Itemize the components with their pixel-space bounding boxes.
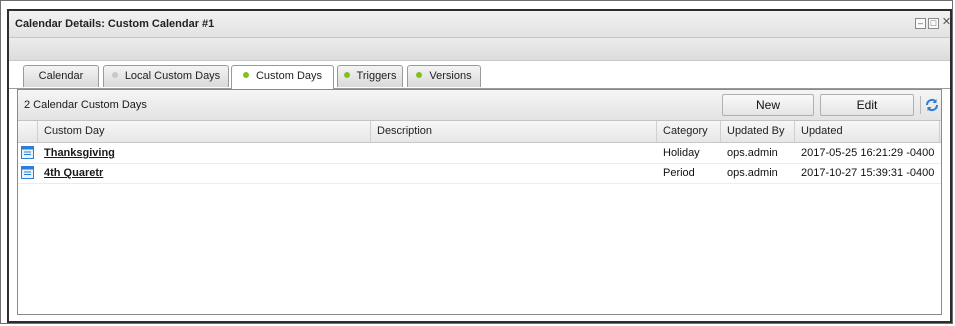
custom-days-panel: 2 Calendar Custom Days New Edit Custom D… [17, 89, 942, 315]
tab-bar: Calendar Local Custom Days Custom Days T… [9, 61, 950, 89]
tab-triggers[interactable]: Triggers [337, 65, 403, 87]
column-header-description[interactable]: Description [371, 121, 657, 142]
column-header-updated-by[interactable]: Updated By [721, 121, 795, 142]
calendar-details-window: Calendar Details: Custom Calendar #1 – □… [7, 9, 952, 323]
column-header-updated[interactable]: Updated [795, 121, 940, 142]
category-cell: Period [663, 167, 695, 179]
tab-label: Calendar [38, 70, 84, 82]
window-outer: Calendar Details: Custom Calendar #1 – □… [0, 0, 953, 324]
grid-header: Custom Day Description Category Updated … [18, 121, 941, 143]
header-icon-column [18, 121, 38, 142]
record-count-label: 2 Calendar Custom Days [24, 99, 147, 111]
close-icon[interactable]: ✕ [941, 17, 952, 29]
window-titlebar: Calendar Details: Custom Calendar #1 – □… [9, 11, 952, 38]
tab-custom-days[interactable]: Custom Days [231, 65, 334, 89]
tab-calendar[interactable]: Calendar [23, 65, 99, 87]
tab-label: Triggers [356, 70, 397, 82]
tab-label: Custom Days [255, 70, 323, 82]
maximize-icon[interactable]: □ [928, 18, 939, 29]
window-title: Calendar Details: Custom Calendar #1 [15, 18, 215, 30]
updated-by-cell: ops.admin [727, 167, 778, 179]
column-header-custom-day[interactable]: Custom Day [38, 121, 371, 142]
status-dot-icon [111, 72, 118, 78]
toolbar-strip [9, 38, 950, 61]
panel-header: 2 Calendar Custom Days New Edit [18, 90, 941, 121]
tab-versions[interactable]: Versions [407, 65, 481, 87]
record-icon [21, 166, 34, 179]
category-cell: Holiday [663, 147, 700, 159]
record-icon [21, 146, 34, 159]
status-dot-icon [416, 72, 423, 78]
tab-local-custom-days[interactable]: Local Custom Days [103, 65, 229, 87]
custom-day-link[interactable]: 4th Quaretr [44, 163, 103, 183]
toolbar-divider [920, 96, 921, 114]
minimize-icon[interactable]: – [915, 18, 926, 29]
updated-cell: 2017-10-27 15:39:31 -0400 [801, 167, 935, 179]
table-row[interactable]: 4th Quaretr Period ops.admin 2017-10-27 … [18, 163, 941, 184]
updated-by-cell: ops.admin [727, 147, 778, 159]
tab-label: Local Custom Days [124, 70, 221, 82]
column-header-category[interactable]: Category [657, 121, 721, 142]
new-button[interactable]: New [722, 94, 814, 116]
edit-button[interactable]: Edit [820, 94, 914, 116]
custom-day-link[interactable]: Thanksgiving [44, 143, 115, 163]
status-dot-icon [242, 72, 249, 78]
table-row[interactable]: Thanksgiving Holiday ops.admin 2017-05-2… [18, 143, 941, 164]
status-dot-icon [343, 72, 350, 78]
updated-cell: 2017-05-25 16:21:29 -0400 [801, 147, 935, 159]
refresh-icon[interactable] [924, 97, 940, 113]
tab-label: Versions [429, 70, 472, 82]
